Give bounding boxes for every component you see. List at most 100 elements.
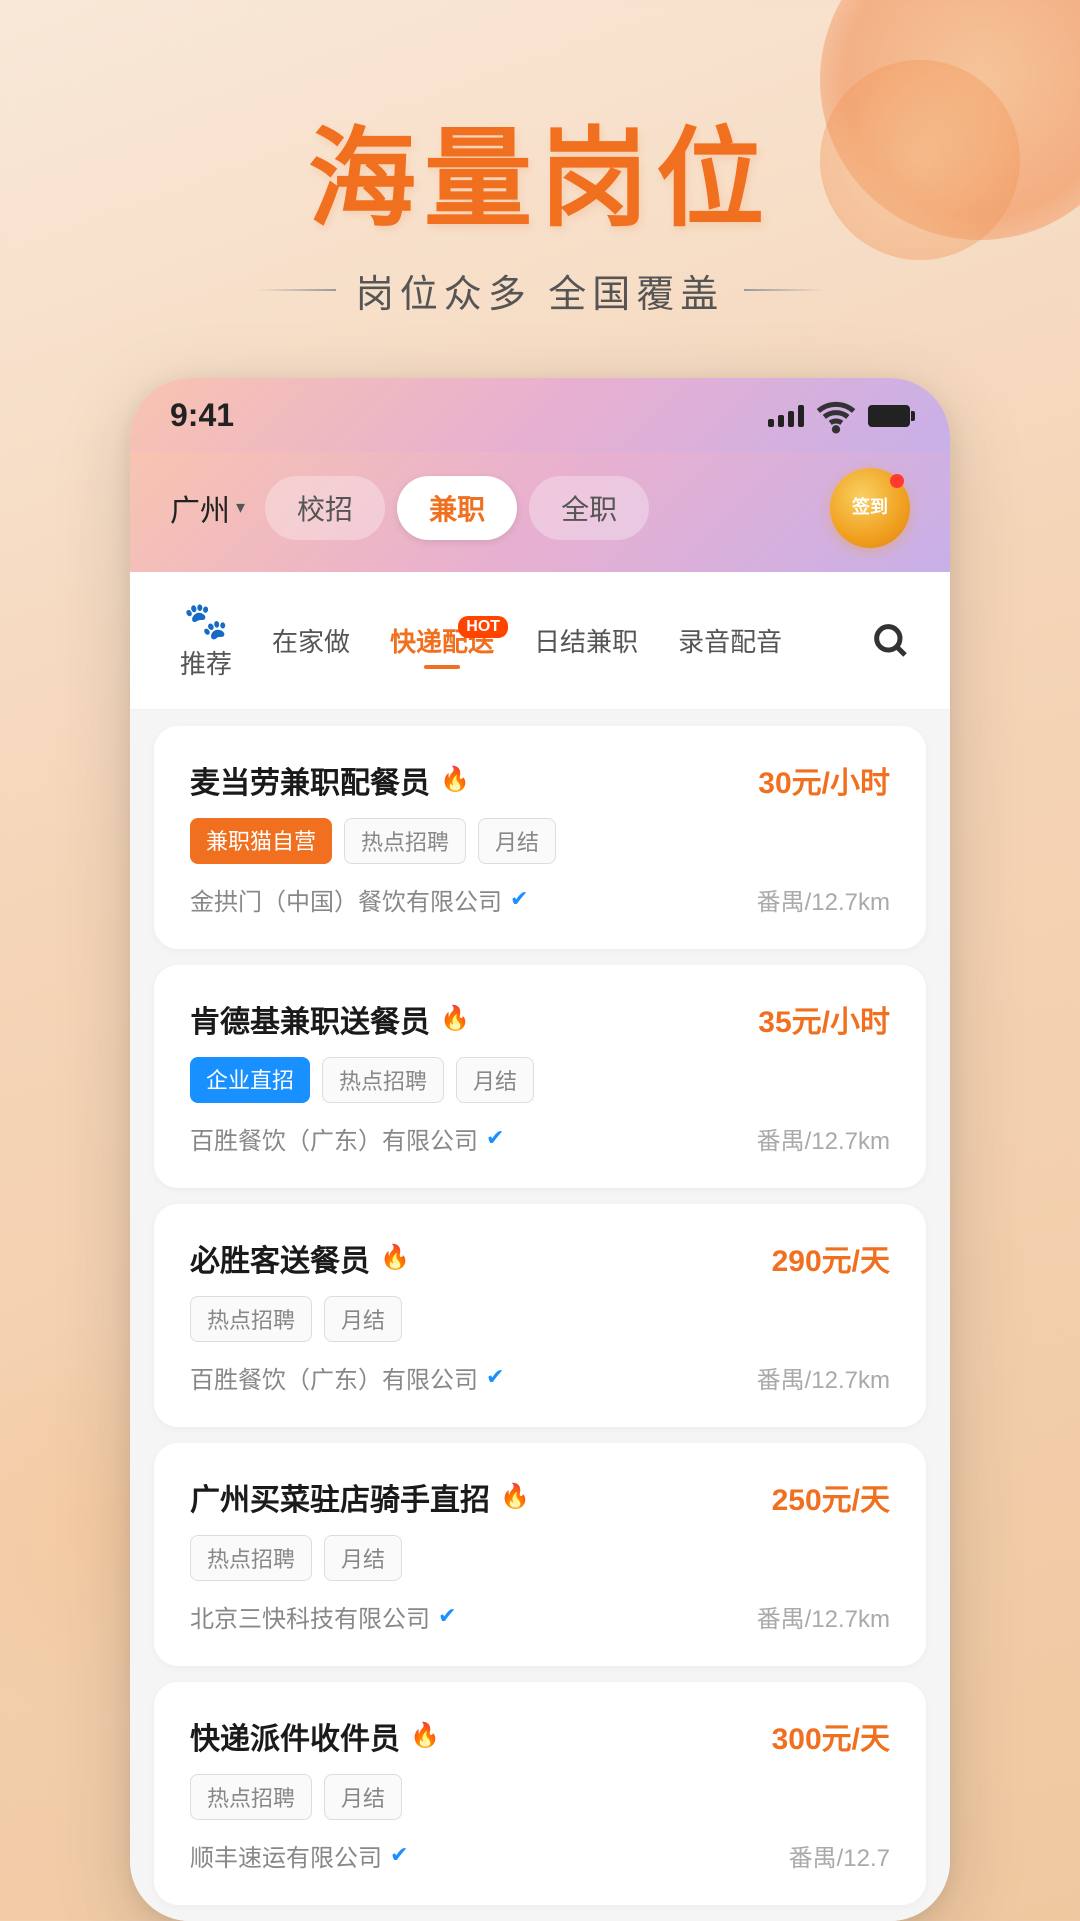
job-card-2[interactable]: 肯德基兼职送餐员 🔥 35元/小时 企业直招 热点招聘 月结 百胜餐饮（广东）有…	[154, 965, 926, 1188]
cat-tab-home[interactable]: 在家做	[252, 614, 370, 667]
job-title-1: 麦当劳兼职配餐员	[190, 758, 430, 802]
cat-tab-label-daily: 日结兼职	[534, 622, 638, 659]
job-tags-5: 热点招聘 月结	[190, 1774, 890, 1820]
nav-tab-quanzhi[interactable]: 全职	[529, 476, 649, 540]
category-tabs: 🐾 推荐 在家做 HOT 快递配送 日结兼职 录音配音	[130, 572, 950, 710]
job-header-2: 肯德基兼职送餐员 🔥 35元/小时	[190, 997, 890, 1041]
job-list: 麦当劳兼职配餐员 🔥 30元/小时 兼职猫自营 热点招聘 月结 金拱门（中国）餐…	[130, 710, 950, 1921]
job-tag-3-0: 热点招聘	[190, 1296, 312, 1342]
job-salary-2: 35元/小时	[758, 997, 890, 1041]
company-row-3: 百胜餐饮（广东）有限公司 ✔	[190, 1360, 504, 1395]
job-tag-2-1: 热点招聘	[322, 1057, 444, 1103]
job-header-1: 麦当劳兼职配餐员 🔥 30元/小时	[190, 758, 890, 802]
location-1: 番禺/12.7km	[757, 882, 890, 917]
wifi-icon	[816, 396, 856, 436]
search-button[interactable]	[860, 610, 920, 670]
nav-bar: 广州 ▾ 校招 兼职 全职 签到	[130, 452, 950, 572]
job-title-row-1: 麦当劳兼职配餐员 🔥	[190, 758, 470, 802]
job-header-5: 快递派件收件员 🔥 300元/天	[190, 1714, 890, 1758]
nav-tab-xiaozhao[interactable]: 校招	[265, 476, 385, 540]
job-tags-2: 企业直招 热点招聘 月结	[190, 1057, 890, 1103]
job-salary-1: 30元/小时	[758, 758, 890, 802]
company-row-4: 北京三快科技有限公司 ✔	[190, 1599, 456, 1634]
nav-tab-jianzhi[interactable]: 兼职	[397, 476, 517, 540]
job-title-2: 肯德基兼职送餐员	[190, 997, 430, 1041]
company-name-3: 百胜餐饮（广东）有限公司	[190, 1360, 478, 1395]
paw-icon: 🐾	[184, 600, 229, 642]
verified-icon-4: ✔	[438, 1603, 456, 1629]
job-salary-5: 300元/天	[772, 1714, 890, 1758]
job-tags-1: 兼职猫自营 热点招聘 月结	[190, 818, 890, 864]
phone-mockup: 9:41 广州 ▾ 校招 兼职 全职	[130, 378, 950, 1921]
fire-icon-5: 🔥	[410, 1721, 440, 1750]
cat-tab-daily[interactable]: 日结兼职	[514, 614, 658, 667]
job-footer-2: 百胜餐饮（广东）有限公司 ✔ 番禺/12.7km	[190, 1121, 890, 1156]
company-name-1: 金拱门（中国）餐饮有限公司	[190, 882, 502, 917]
job-title-5: 快递派件收件员	[190, 1714, 400, 1758]
job-tag-4-1: 月结	[324, 1535, 402, 1581]
job-header-4: 广州买菜驻店骑手直招 🔥 250元/天	[190, 1475, 890, 1519]
company-name-2: 百胜餐饮（广东）有限公司	[190, 1121, 478, 1156]
cat-tab-audio[interactable]: 录音配音	[658, 614, 802, 667]
subtitle-line-right	[744, 289, 824, 291]
job-tag-4-0: 热点招聘	[190, 1535, 312, 1581]
job-card-4[interactable]: 广州买菜驻店骑手直招 🔥 250元/天 热点招聘 月结 北京三快科技有限公司 ✔…	[154, 1443, 926, 1666]
main-title: 海量岗位	[0, 120, 1080, 239]
cat-tab-recommend[interactable]: 🐾 推荐	[160, 592, 252, 689]
subtitle-row: 岗位众多 全国覆盖	[0, 263, 1080, 318]
header-section: 海量岗位 岗位众多 全国覆盖	[0, 0, 1080, 378]
job-title-3: 必胜客送餐员	[190, 1236, 370, 1280]
cat-tab-label-home: 在家做	[272, 622, 350, 659]
sign-in-notification-dot	[890, 474, 904, 488]
job-footer-5: 顺丰速运有限公司 ✔ 番禺/12.7	[190, 1838, 890, 1873]
job-salary-4: 250元/天	[772, 1475, 890, 1519]
job-tag-5-1: 月结	[324, 1774, 402, 1820]
job-title-row-4: 广州买菜驻店骑手直招 🔥	[190, 1475, 530, 1519]
job-title-4: 广州买菜驻店骑手直招	[190, 1475, 490, 1519]
job-tag-1-0: 兼职猫自营	[190, 818, 332, 864]
job-tag-1-1: 热点招聘	[344, 818, 466, 864]
city-name: 广州	[170, 486, 230, 530]
location-5: 番禺/12.7	[789, 1838, 890, 1873]
company-name-4: 北京三快科技有限公司	[190, 1599, 430, 1634]
battery-icon	[868, 405, 910, 427]
status-icons	[768, 396, 910, 436]
search-icon	[870, 620, 910, 660]
company-row-2: 百胜餐饮（广东）有限公司 ✔	[190, 1121, 504, 1156]
job-tag-5-0: 热点招聘	[190, 1774, 312, 1820]
cat-tab-label-audio: 录音配音	[678, 622, 782, 659]
sign-in-button[interactable]: 签到	[830, 468, 910, 548]
fire-icon-3: 🔥	[380, 1243, 410, 1272]
job-card-5[interactable]: 快递派件收件员 🔥 300元/天 热点招聘 月结 顺丰速运有限公司 ✔ 番禺/1…	[154, 1682, 926, 1905]
job-footer-4: 北京三快科技有限公司 ✔ 番禺/12.7km	[190, 1599, 890, 1634]
job-tags-4: 热点招聘 月结	[190, 1535, 890, 1581]
location-3: 番禺/12.7km	[757, 1360, 890, 1395]
cat-tab-delivery[interactable]: HOT 快递配送	[370, 614, 514, 667]
job-footer-3: 百胜餐饮（广东）有限公司 ✔ 番禺/12.7km	[190, 1360, 890, 1395]
job-tag-3-1: 月结	[324, 1296, 402, 1342]
city-selector[interactable]: 广州 ▾	[170, 486, 245, 530]
cat-tab-label-recommend: 推荐	[180, 644, 232, 681]
job-header-3: 必胜客送餐员 🔥 290元/天	[190, 1236, 890, 1280]
chevron-down-icon: ▾	[236, 497, 245, 518]
verified-icon-2: ✔	[486, 1125, 504, 1151]
fire-icon-2: 🔥	[440, 1004, 470, 1033]
fire-icon-1: 🔥	[440, 765, 470, 794]
verified-icon-3: ✔	[486, 1364, 504, 1390]
company-row-5: 顺丰速运有限公司 ✔	[190, 1838, 408, 1873]
job-card-3[interactable]: 必胜客送餐员 🔥 290元/天 热点招聘 月结 百胜餐饮（广东）有限公司 ✔ 番…	[154, 1204, 926, 1427]
signal-icon	[768, 405, 804, 427]
job-title-row-2: 肯德基兼职送餐员 🔥	[190, 997, 470, 1041]
sign-in-label: 签到	[852, 498, 888, 518]
job-tag-2-0: 企业直招	[190, 1057, 310, 1103]
subtitle-text: 岗位众多 全国覆盖	[356, 263, 725, 318]
verified-icon-1: ✔	[510, 886, 528, 912]
job-card-1[interactable]: 麦当劳兼职配餐员 🔥 30元/小时 兼职猫自营 热点招聘 月结 金拱门（中国）餐…	[154, 726, 926, 949]
status-bar: 9:41	[130, 378, 950, 452]
location-2: 番禺/12.7km	[757, 1121, 890, 1156]
job-salary-3: 290元/天	[772, 1236, 890, 1280]
job-tag-1-2: 月结	[478, 818, 556, 864]
verified-icon-5: ✔	[390, 1842, 408, 1868]
job-title-row-3: 必胜客送餐员 🔥	[190, 1236, 410, 1280]
job-tag-2-2: 月结	[456, 1057, 534, 1103]
